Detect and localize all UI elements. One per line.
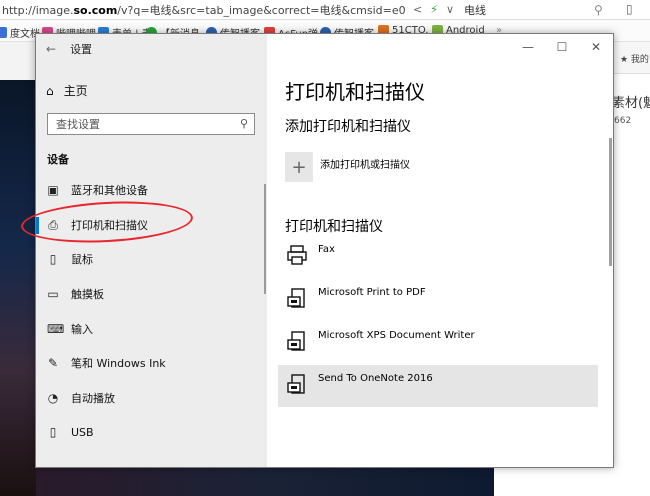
browser-search-text[interactable]: 电线 (464, 2, 486, 18)
fax-icon (287, 245, 307, 265)
sidebar-item-usb[interactable]: ▯ USB (36, 415, 267, 449)
page-title: 打印机和扫描仪 (285, 80, 425, 104)
back-arrow-icon[interactable]: ← (46, 42, 56, 56)
printer-name: Microsoft XPS Document Writer (318, 330, 475, 341)
sidebar-item-label: 触摸板 (71, 288, 104, 301)
window-titlebar: ← 设置 (46, 41, 92, 57)
printer-item-pdf[interactable]: Microsoft Print to PDF (278, 279, 598, 321)
sidebar-item-autoplay[interactable]: ◔ 自动播放 (36, 381, 267, 415)
sidebar-item-label: 蓝牙和其他设备 (71, 184, 148, 197)
nav-home-label: 主页 (63, 84, 88, 98)
printer-name: Microsoft Print to PDF (318, 287, 426, 298)
sidebar-item-touchpad[interactable]: ▭ 触摸板 (36, 277, 267, 311)
settings-search-box[interactable]: ⚲ (47, 113, 255, 135)
usb-icon: ▯ (49, 425, 57, 439)
right-pane-subtext: 662 (614, 116, 632, 126)
printer-icon (287, 331, 305, 351)
sidebar-item-label: 鼠标 (71, 253, 93, 266)
printer-icon (287, 288, 305, 308)
sidebar-scrollbar[interactable] (264, 184, 266, 294)
background-image (0, 80, 36, 496)
browser-address-bar[interactable]: http://image.so.com/v?q=电线&src=tab_image… (0, 0, 650, 20)
plus-icon: + (291, 156, 307, 178)
settings-sidebar: ← 设置 ⌂ 主页 ⚲ 设备 ▣ 蓝牙和其他设备 ⎙ 打印机和扫描仪 ▯ 鼠标 … (20, 34, 267, 467)
right-pane-title: 素材(魅 (612, 96, 650, 111)
bookmark-item[interactable]: 度文档 (0, 25, 40, 40)
mouse-icon: ▯ (49, 252, 57, 266)
printer-icon (287, 374, 305, 394)
printer-item-onenote[interactable]: Send To OneNote 2016 (278, 365, 598, 407)
settings-window: ← 设置 ⌂ 主页 ⚲ 设备 ▣ 蓝牙和其他设备 ⎙ 打印机和扫描仪 ▯ 鼠标 … (20, 33, 614, 468)
touchpad-icon: ▭ (47, 287, 59, 301)
window-controls: — ☐ ✕ (511, 34, 613, 60)
sidebar-item-label: USB (71, 425, 94, 439)
url-text[interactable]: http://image.so.com/v?q=电线&src=tab_image… (0, 2, 405, 18)
keyboard-icon: ⌨ (47, 322, 65, 336)
sidebar-item-mouse[interactable]: ▯ 鼠标 (36, 242, 267, 276)
share-icon[interactable]: < (413, 3, 422, 16)
close-button[interactable]: ✕ (579, 34, 613, 60)
bolt-icon[interactable]: ⚡ (430, 3, 438, 16)
background-white-area (494, 468, 614, 496)
chevron-down-icon[interactable]: ∨ (446, 3, 454, 16)
maximize-button[interactable]: ☐ (545, 34, 579, 60)
bluetooth-devices-icon: ▣ (47, 183, 59, 197)
background-image-bottom (36, 468, 494, 496)
sidebar-item-label: 笔和 Windows Ink (71, 357, 166, 370)
pen-icon: ✎ (47, 356, 59, 370)
section-label: 设备 (47, 153, 69, 166)
add-printer-button[interactable]: + (285, 152, 313, 182)
minimize-button[interactable]: — (511, 34, 545, 60)
printer-item-xps[interactable]: Microsoft XPS Document Writer (278, 322, 598, 364)
nav-home[interactable]: ⌂ 主页 (46, 82, 88, 99)
add-printer-label[interactable]: 添加打印机或扫描仪 (320, 156, 410, 171)
sidebar-item-pen[interactable]: ✎ 笔和 Windows Ink (36, 346, 267, 380)
sidebar-item-label: 输入 (71, 323, 93, 336)
search-icon[interactable]: ⚲ (240, 117, 248, 130)
printers-list-title: 打印机和扫描仪 (285, 219, 383, 235)
sidebar-item-label: 自动播放 (71, 392, 115, 405)
printer-name: Send To OneNote 2016 (318, 373, 433, 384)
settings-main-content: — ☐ ✕ 打印机和扫描仪 添加打印机和扫描仪 + 添加打印机或扫描仪 打印机和… (267, 34, 613, 467)
phone-icon[interactable]: ▯ (626, 2, 633, 16)
right-pane-bar[interactable]: ★ 我的 (614, 42, 650, 74)
search-input[interactable] (48, 114, 228, 134)
add-section-title: 添加打印机和扫描仪 (285, 119, 411, 135)
home-icon: ⌂ (46, 83, 54, 98)
printer-name: Fax (318, 244, 335, 255)
printer-item-fax[interactable]: Fax (278, 236, 598, 278)
autoplay-icon: ◔ (47, 391, 59, 405)
window-title: 设置 (70, 43, 93, 56)
main-scrollbar[interactable] (609, 138, 612, 266)
sidebar-item-typing[interactable]: ⌨ 输入 (36, 312, 267, 346)
search-icon[interactable]: ⚲ (594, 3, 603, 17)
bookmark-icon (0, 27, 7, 38)
